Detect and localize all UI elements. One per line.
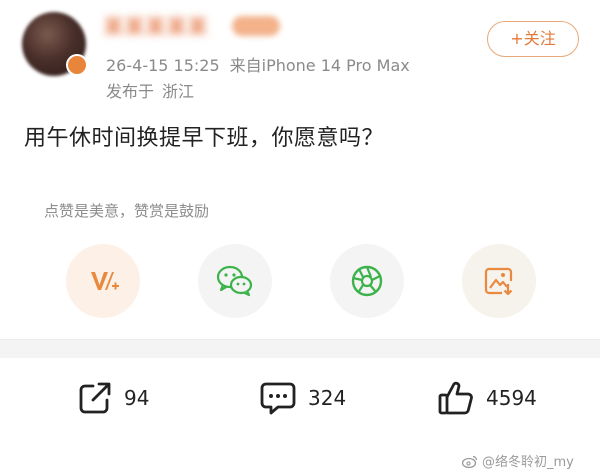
save-image-button[interactable] [462, 244, 536, 318]
follow-button[interactable]: +关注 [487, 21, 579, 57]
like-count: 4594 [486, 386, 537, 410]
v-plus-icon [91, 272, 119, 290]
wechat-icon [216, 265, 253, 297]
share-wechat-button[interactable] [198, 244, 272, 318]
save-image-icon [484, 267, 513, 296]
repost-count: 94 [124, 386, 150, 410]
post-text: 用午休时间换提早下班，你愿意吗？ [24, 126, 385, 151]
repost-button[interactable]: 94 [76, 376, 149, 420]
reward-hint: 点赞是美意，赞赏是鼓励 [44, 202, 210, 220]
location-value: 浙江 [162, 82, 195, 101]
reward-button[interactable] [66, 244, 140, 318]
comment-count: 324 [308, 386, 347, 410]
user-tag-badge [232, 16, 280, 36]
weibo-logo-icon [462, 455, 478, 468]
like-button[interactable]: 4594 [436, 376, 537, 420]
post-location: 发布于 浙江 [106, 78, 194, 102]
watermark: @络冬聆初_my [462, 451, 574, 470]
share-icon [79, 382, 111, 414]
watermark-text: @络冬聆初_my [482, 455, 574, 470]
username[interactable]: 某某某某某 [104, 14, 209, 40]
post-meta: 26-4-15 15:25 来自iPhone 14 Pro Max [106, 52, 410, 76]
location-label: 发布于 [106, 82, 155, 101]
comment-button[interactable]: 324 [258, 376, 346, 420]
post-timestamp: 26-4-15 15:25 [106, 56, 220, 75]
post-source: 来自iPhone 14 Pro Max [229, 56, 410, 75]
verified-badge-icon [66, 54, 88, 76]
share-moments-button[interactable] [330, 244, 404, 318]
moments-icon [351, 265, 383, 297]
section-divider [0, 339, 600, 358]
thumbs-up-icon [438, 381, 473, 415]
comment-icon [260, 382, 296, 415]
